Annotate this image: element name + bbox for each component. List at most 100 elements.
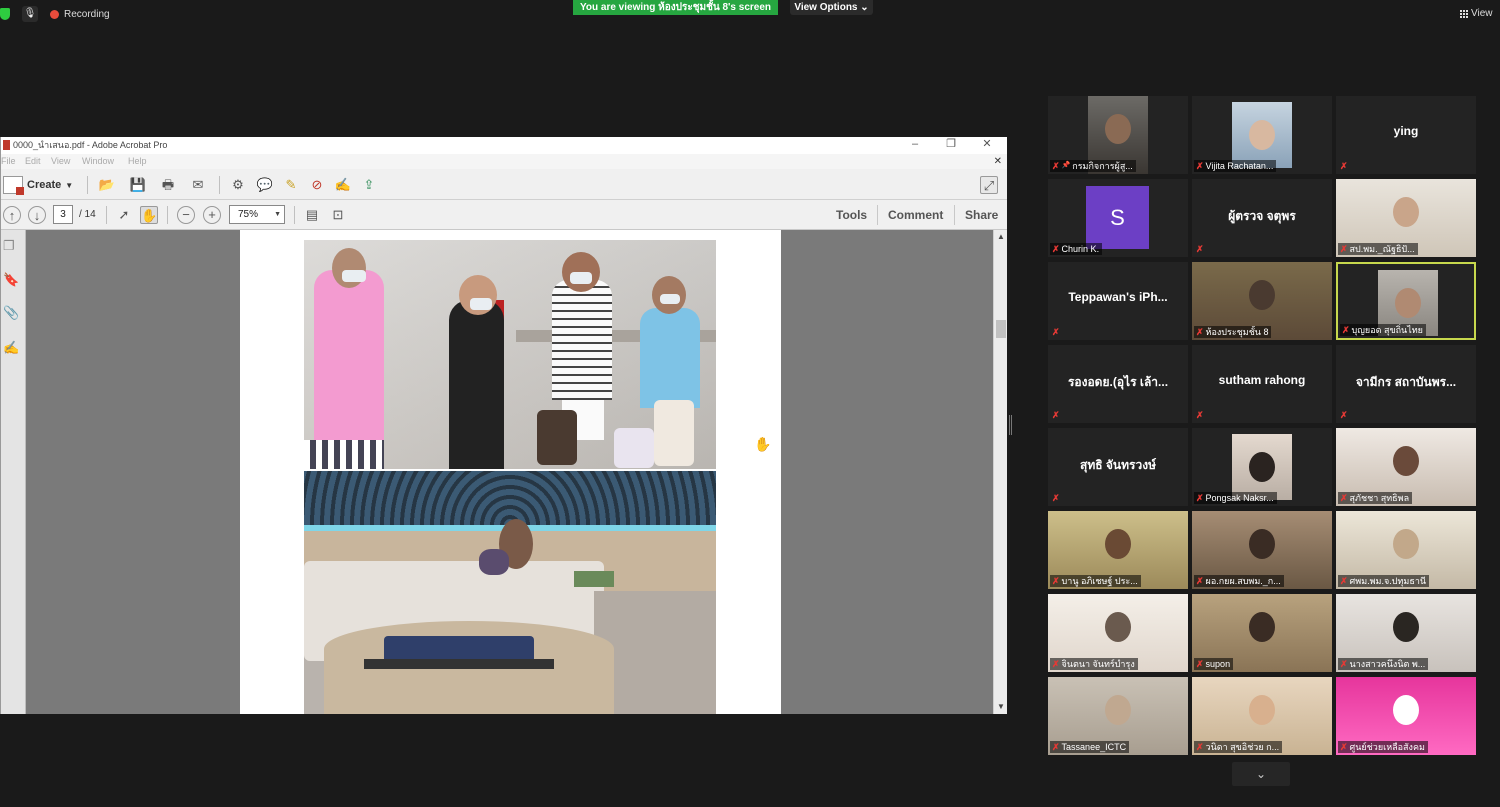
menu-help[interactable]: Help [128, 154, 147, 169]
muted-mic-icon: ✗ [1052, 410, 1060, 420]
participant-tile[interactable]: ✗ ห้องประชุมชั้น 8 [1192, 262, 1332, 340]
recording-indicator[interactable]: Recording [50, 6, 110, 22]
muted-mic-icon: ✗ [1052, 244, 1060, 254]
participant-tile[interactable]: ✗ supon [1192, 594, 1332, 672]
participant-display-name: รองอดย.(อุไร เล้า... [1067, 375, 1169, 389]
zoom-out-icon[interactable]: − [177, 206, 195, 224]
participant-tile[interactable]: ✗ ศูนย์ช่วยเหลือสังคม [1336, 677, 1476, 755]
menu-edit[interactable]: Edit [25, 154, 41, 169]
redact-icon[interactable]: ⊘ [308, 176, 326, 194]
participant-tile[interactable]: ✗ จินตนา จันทร์บำรุง [1048, 594, 1188, 672]
panel-resize-handle[interactable] [1009, 415, 1012, 435]
gallery-next-page-button[interactable]: ⌄ [1232, 762, 1290, 786]
participant-tile[interactable]: ✗ วนิดา สุขอิช่วย ก... [1192, 677, 1332, 755]
participant-face [1249, 280, 1275, 310]
participant-name: บานู อภิเชษฐ์ ประ... [1061, 576, 1138, 586]
comment-bubble-icon[interactable]: 💬 [256, 176, 274, 194]
page-thumbnails-icon[interactable]: ❐ [3, 238, 19, 254]
page-number-input[interactable]: 3 [53, 205, 73, 224]
fullscreen-icon[interactable]: ⤢ [980, 176, 998, 194]
zoom-level-select[interactable]: 75% [229, 205, 285, 224]
attachment-icon[interactable]: 📎 [3, 305, 19, 321]
participant-face [1393, 695, 1419, 725]
menu-file[interactable]: File [1, 154, 16, 169]
muted-mic-icon: ✗ [1196, 161, 1204, 171]
participant-name-label: ✗ Tassanee_ICTC [1050, 741, 1130, 753]
menu-window[interactable]: Window [82, 154, 114, 169]
participant-name: ศพม.พม.จ.ปทุมธานี [1349, 576, 1427, 586]
bookmark-icon[interactable]: 🔖 [3, 272, 19, 288]
previous-page-icon[interactable]: ↑ [3, 206, 21, 224]
vertical-scrollbar[interactable]: ▲ ▼ [993, 230, 1007, 714]
participant-name: นางสาวคนึงนิต พ... [1349, 659, 1426, 669]
zoom-in-icon[interactable]: + [203, 206, 221, 224]
participant-face [1395, 288, 1421, 318]
participant-tile[interactable]: รองอดย.(อุไร เล้า... ✗ [1048, 345, 1188, 423]
participant-name: ศูนย์ช่วยเหลือสังคม [1349, 742, 1425, 752]
participant-tile[interactable]: sutham rahong ✗ [1192, 345, 1332, 423]
participant-tile[interactable]: S ✗ Churin K. [1048, 179, 1188, 257]
participant-tile[interactable]: ✗ ผอ.กยผ.สบพม._ก... [1192, 511, 1332, 589]
photo-people-with-donations [304, 240, 716, 469]
participant-tile[interactable]: ying ✗ [1336, 96, 1476, 174]
scroll-mode-icon[interactable]: ▤ [303, 206, 321, 224]
save-icon[interactable]: 💾 [129, 176, 147, 194]
signature-icon[interactable]: ✍ [3, 340, 19, 356]
participant-tile[interactable]: ✗ ศพม.พม.จ.ปทุมธานี [1336, 511, 1476, 589]
microphone-icon[interactable]: 🎙 [22, 6, 38, 22]
menu-view[interactable]: View [51, 154, 70, 169]
participant-tile[interactable]: สุทธิ จันทรวงษ์ ✗ [1048, 428, 1188, 506]
participant-tile[interactable]: ✗ บุญยอด สุขถิ่นไทย [1336, 262, 1476, 340]
scroll-down-icon[interactable]: ▼ [997, 702, 1005, 711]
comment-pane-button[interactable]: Comment [888, 208, 943, 222]
settings-gear-icon[interactable]: ⚙ [229, 176, 247, 194]
security-shield-icon[interactable] [0, 8, 10, 20]
participant-tile[interactable]: ✗ Tassanee_ICTC [1048, 677, 1188, 755]
participant-tile[interactable]: ✗ บานู อภิเชษฐ์ ประ... [1048, 511, 1188, 589]
sign-icon[interactable]: ✍ [334, 176, 352, 194]
participant-tile[interactable]: ✗ Vijita Rachatan... [1192, 96, 1332, 174]
view-options-button[interactable]: View Options ⌄ [790, 0, 873, 15]
restore-icon[interactable]: ❐ [936, 137, 966, 154]
participant-tile[interactable]: ✗ สป.พม._ณัฐธิปั... [1336, 179, 1476, 257]
next-page-icon[interactable]: ↓ [28, 206, 46, 224]
participant-name: Pongsak Naksr... [1205, 493, 1274, 503]
participant-display-name: ying [1393, 124, 1419, 138]
participant-name-label: ✗ supon [1194, 658, 1234, 670]
highlight-icon[interactable]: ✎ [282, 176, 300, 194]
create-button[interactable]: Create ▼ [3, 176, 73, 195]
participant-name-label: ✗ [1338, 409, 1353, 421]
participant-name-label: ✗ บุญยอด สุขถิ่นไทย [1340, 324, 1426, 336]
participant-name: จินตนา จันทร์บำรุง [1061, 659, 1135, 669]
participant-tile[interactable]: ✗ Pongsak Naksr... [1192, 428, 1332, 506]
toolbar-divider [877, 205, 878, 225]
export-icon[interactable]: ⇪ [360, 176, 378, 194]
select-cursor-icon[interactable]: ➚ [115, 206, 133, 224]
fit-page-icon[interactable]: ⊡ [329, 206, 347, 224]
participant-display-name: สุทธิ จันทรวงษ์ [1080, 458, 1156, 472]
close-window-icon[interactable]: ✕ [972, 137, 1002, 154]
email-icon[interactable]: ✉ [189, 176, 207, 194]
participant-tile[interactable]: ✗ นางสาวคนึงนิต พ... [1336, 594, 1476, 672]
scroll-up-icon[interactable]: ▲ [997, 232, 1005, 241]
view-button[interactable]: View [1460, 8, 1493, 19]
participant-tile[interactable]: ผู้ตรวจ จตุพร ✗ [1192, 179, 1332, 257]
scrollbar-thumb[interactable] [996, 320, 1006, 338]
hand-tool-icon[interactable]: ✋ [140, 206, 158, 224]
muted-mic-icon: ✗ [1052, 327, 1060, 337]
participant-name: สป.พม._ณัฐธิปั... [1349, 244, 1415, 254]
close-document-icon[interactable]: ✕ [994, 154, 1002, 169]
participant-tile[interactable]: Teppawan's iPh... ✗ [1048, 262, 1188, 340]
document-viewport[interactable] [26, 230, 993, 714]
print-icon[interactable]: 🖶 [159, 176, 177, 194]
participant-name: วนิดา สุขอิช่วย ก... [1205, 742, 1280, 752]
participant-name-label: ✗ นางสาวคนึงนิต พ... [1338, 658, 1429, 670]
tools-pane-button[interactable]: Tools [836, 208, 867, 222]
open-folder-icon[interactable]: 📂 [98, 176, 116, 194]
share-pane-button[interactable]: Share [965, 208, 998, 222]
muted-mic-icon: ✗ [1340, 576, 1348, 586]
participant-tile[interactable]: ✗ 📌 กรมกิจการผู้สู... [1048, 96, 1188, 174]
minimize-icon[interactable]: – [900, 137, 930, 154]
participant-tile[interactable]: จามีกร สถาบันพร... ✗ [1336, 345, 1476, 423]
participant-tile[interactable]: ✗ สุภัชชา สุทธิพล [1336, 428, 1476, 506]
